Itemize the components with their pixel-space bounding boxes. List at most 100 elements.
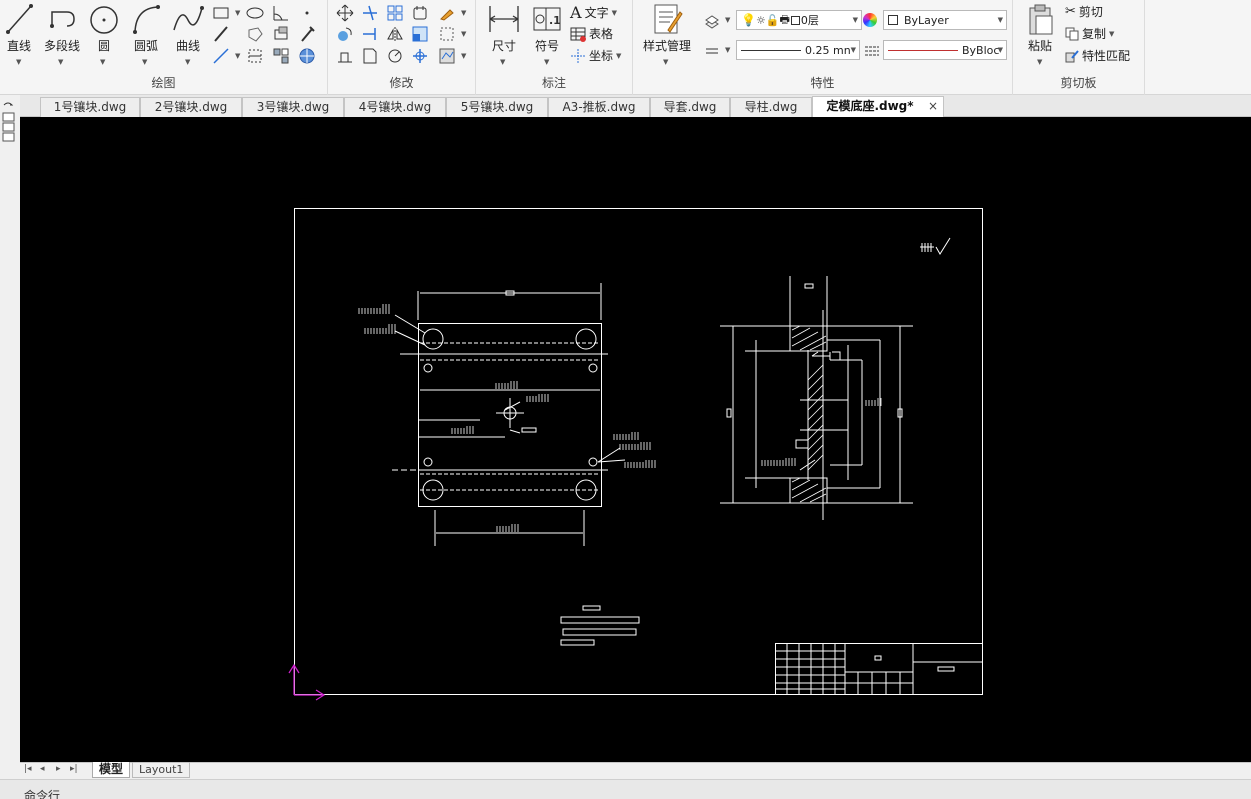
- tab-layout1[interactable]: Layout1: [132, 762, 191, 778]
- array-icon[interactable]: [386, 4, 404, 22]
- arc-button[interactable]: 圆弧: [129, 2, 163, 54]
- next-layout-icon[interactable]: ▸: [56, 764, 61, 774]
- lineweight-combo[interactable]: 0.25 mn ▼: [736, 40, 860, 60]
- erase-icon[interactable]: [438, 25, 456, 43]
- tab-2[interactable]: 2号镶块.dwg: [140, 97, 242, 117]
- lightbulb-icon: 💡: [741, 13, 756, 27]
- chamfer-icon[interactable]: [411, 47, 429, 65]
- line-button[interactable]: 直线: [4, 2, 34, 54]
- offset-icon[interactable]: [411, 4, 429, 22]
- arc-label: 圆弧: [133, 39, 158, 53]
- move-icon[interactable]: [336, 4, 354, 22]
- text-button[interactable]: A 文字 ▼: [570, 3, 617, 22]
- rotate-icon[interactable]: [336, 25, 354, 43]
- tab-label: A3-推板.dwg: [562, 100, 636, 114]
- curve-button[interactable]: 曲线: [171, 2, 205, 54]
- construction-line-icon[interactable]: [212, 25, 230, 43]
- paste-button[interactable]: 粘贴: [1023, 2, 1057, 54]
- command-line-label: 命令行: [24, 789, 61, 799]
- layer-state-icon[interactable]: [703, 11, 721, 29]
- prev-layout-icon[interactable]: ◂: [40, 764, 45, 774]
- extend-icon[interactable]: [361, 25, 379, 43]
- close-tab-icon[interactable]: ×: [928, 97, 938, 116]
- coordinate-icon: [571, 48, 585, 63]
- boundary-icon[interactable]: [272, 25, 290, 43]
- fillet-icon[interactable]: [386, 47, 404, 65]
- circle-button[interactable]: 圆: [88, 2, 120, 54]
- copy-label: 复制: [1082, 27, 1107, 41]
- region-icon[interactable]: [246, 25, 264, 43]
- line-label: 直线: [6, 39, 31, 53]
- tab-3[interactable]: 3号镶块.dwg: [242, 97, 344, 117]
- hatch-icon[interactable]: [246, 47, 264, 65]
- xline-icon[interactable]: [212, 47, 230, 65]
- linetype-icon[interactable]: [863, 41, 881, 59]
- curve-icon: [173, 6, 204, 31]
- tab-5[interactable]: 5号镶块.dwg: [446, 97, 548, 117]
- color-combo[interactable]: ByLayer ▼: [883, 10, 1007, 30]
- brush-icon[interactable]: [438, 4, 456, 22]
- document-tab-bar: 1号镶块.dwg 2号镶块.dwg 3号镶块.dwg 4号镶块.dwg 5号镶块…: [0, 95, 1251, 117]
- layout-tab-bar: |◂ ◂ ▸ ▸| 模型 Layout1: [20, 762, 1251, 779]
- table-button[interactable]: 表格: [570, 25, 613, 42]
- clipboard-group-label: 剪切板: [1060, 76, 1097, 90]
- rectangle-icon[interactable]: [212, 4, 230, 22]
- drawing-viewport[interactable]: [20, 117, 1251, 762]
- last-layout-icon[interactable]: ▸|: [70, 764, 78, 774]
- symbol-button[interactable]: .1 符号: [531, 2, 563, 54]
- color-wheel-icon[interactable]: [863, 13, 877, 27]
- tab-4[interactable]: 4号镶块.dwg: [344, 97, 446, 117]
- angle-icon[interactable]: [272, 4, 290, 22]
- drawing-canvas[interactable]: [20, 117, 1251, 762]
- title-block: [775, 643, 983, 695]
- mirror-icon[interactable]: [386, 25, 404, 43]
- dimension-button[interactable]: 尺寸: [486, 2, 522, 54]
- text-icon: A: [570, 3, 582, 22]
- text-label: 文字: [584, 6, 609, 20]
- copy-button[interactable]: 复制 ▼: [1065, 25, 1114, 42]
- layer-manager-icon[interactable]: [703, 41, 721, 59]
- linetype-value: ByBloc: [962, 43, 1000, 57]
- style-manager-button[interactable]: 样式管理: [639, 2, 695, 54]
- explode-icon[interactable]: [361, 47, 379, 65]
- linetype-combo[interactable]: ByBloc ▼: [883, 40, 1007, 60]
- symbol-label: 符号: [534, 39, 559, 53]
- cut-button[interactable]: ✂ 剪切: [1065, 3, 1103, 20]
- color-value: ByLayer: [904, 13, 949, 27]
- properties-icon[interactable]: [438, 47, 456, 65]
- style-manager-icon: [654, 4, 683, 34]
- pick-icon[interactable]: [298, 25, 316, 43]
- tab-label: 导套.dwg: [663, 100, 717, 114]
- left-toolstrip: [0, 95, 20, 785]
- scale-icon[interactable]: [411, 25, 429, 43]
- table-label: 表格: [589, 27, 614, 41]
- paste-label: 粘贴: [1027, 39, 1052, 53]
- tab-6[interactable]: A3-推板.dwg: [548, 97, 650, 117]
- linetype-preview: [888, 49, 958, 51]
- tab-8[interactable]: 导柱.dwg: [730, 97, 812, 117]
- tab-model[interactable]: 模型: [92, 762, 131, 778]
- scissors-icon: ✂: [1065, 4, 1076, 19]
- command-line[interactable]: 命令行: [0, 779, 1251, 799]
- ellipse-icon[interactable]: [246, 4, 264, 22]
- stretch-icon[interactable]: [336, 47, 354, 65]
- properties-group: 样式管理 ▼ ▼ ▼ 💡 ☼ 🔓 🖶 0层 ▼ ByLayer ▼ 0.25 m…: [633, 0, 1013, 95]
- style-manager-label: 样式管理: [642, 39, 691, 53]
- print-icon: 🖶: [779, 12, 790, 26]
- layer-combo[interactable]: 💡 ☼ 🔓 🖶 0层 ▼: [736, 10, 862, 30]
- polyline-button[interactable]: 多段线: [40, 2, 84, 54]
- line-icon: [6, 4, 33, 34]
- coordinate-button[interactable]: 坐标 ▼: [570, 47, 621, 64]
- first-layout-icon[interactable]: |◂: [24, 764, 32, 774]
- point-icon[interactable]: [298, 4, 316, 22]
- match-properties-icon: [1065, 49, 1079, 62]
- tab-1[interactable]: 1号镶块.dwg: [40, 97, 140, 117]
- 3d-icon[interactable]: [298, 47, 316, 65]
- match-properties-button[interactable]: 特性匹配: [1065, 47, 1130, 64]
- tab-9-active[interactable]: 定模底座.dwg* ×: [812, 96, 944, 117]
- trim-icon[interactable]: [361, 4, 379, 22]
- symbol-icon: .1: [533, 7, 561, 31]
- toolstrip-icon[interactable]: [0, 99, 20, 149]
- block-icon[interactable]: [272, 47, 290, 65]
- tab-7[interactable]: 导套.dwg: [650, 97, 730, 117]
